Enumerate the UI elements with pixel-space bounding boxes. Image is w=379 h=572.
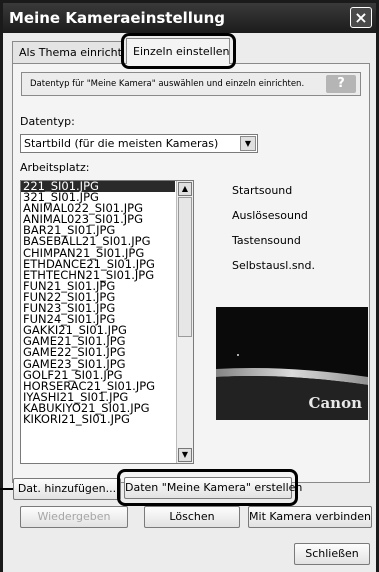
datatype-select[interactable]: Startbild (für die meisten Kameras) ▼ (20, 134, 258, 153)
scroll-thumb[interactable] (178, 197, 192, 337)
close-button[interactable]: Schließen (294, 543, 370, 565)
startup-image-preview: Canon (216, 307, 368, 420)
file-list-item[interactable]: KIKORI21_SI01.JPG (21, 413, 193, 425)
info-box: Datentyp für "Meine Kamera" auswählen un… (21, 72, 361, 96)
window-title: Meine Kameraeinstellung (9, 9, 226, 27)
tab-als-thema[interactable]: Als Thema einrichten (12, 41, 124, 63)
datatype-label: Datentyp: (20, 115, 75, 128)
callout-leader-line (0, 488, 14, 490)
close-window-icon[interactable]: × (350, 7, 372, 28)
chevron-down-icon[interactable]: ▼ (240, 136, 256, 151)
play-button[interactable]: Wiedergeben (20, 506, 128, 528)
title-bar: Meine Kameraeinstellung × (3, 3, 376, 33)
canon-logo: Canon (308, 394, 362, 412)
scroll-up-icon[interactable]: ▲ (178, 182, 192, 196)
sound-start[interactable]: Startsound (232, 184, 292, 197)
help-icon[interactable]: ? (326, 75, 356, 93)
file-list[interactable]: 221_SI01.JPG 321_SI01.JPG ANIMAL022_SI01.J… (20, 180, 194, 464)
create-my-camera-data-button[interactable]: Daten "Meine Kamera" erstellen (124, 477, 302, 499)
delete-button[interactable]: Löschen (144, 506, 240, 528)
info-text: Datentyp für "Meine Kamera" auswählen un… (30, 79, 305, 89)
workspace-label: Arbeitsplatz: (20, 161, 90, 174)
tab-einzeln-einstellen[interactable]: Einzeln einstellen (126, 38, 230, 64)
datatype-value: Startbild (für die meisten Kameras) (24, 137, 219, 150)
list-scrollbar[interactable]: ▲ ▼ (176, 181, 193, 463)
sound-key[interactable]: Tastensound (232, 234, 301, 247)
sound-selftimer[interactable]: Selbstausl.snd. (232, 259, 315, 272)
connect-camera-button[interactable]: Mit Kamera verbinden (248, 506, 372, 528)
sound-shutter[interactable]: Auslösesound (232, 209, 308, 222)
add-file-button[interactable]: Dat. hinzufügen... (13, 478, 121, 500)
scroll-down-icon[interactable]: ▼ (178, 448, 192, 462)
